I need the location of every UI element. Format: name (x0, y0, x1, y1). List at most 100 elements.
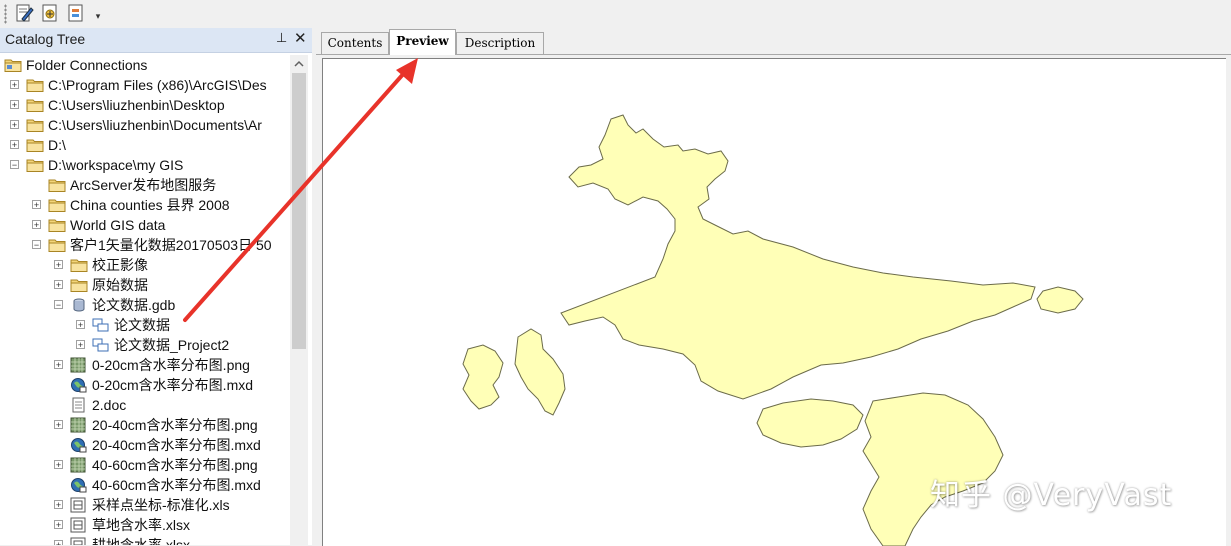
pin-icon[interactable]: ⊥ (276, 30, 287, 46)
tab-preview[interactable]: Preview (389, 29, 456, 55)
tree-item-label: 40-60cm含水率分布图.png (92, 457, 258, 473)
tree-item-label: 20-40cm含水率分布图.png (92, 417, 258, 433)
vertical-scrollbar[interactable] (290, 55, 308, 545)
tree-item[interactable]: +20-40cm含水率分布图.png (0, 415, 290, 435)
tree-item[interactable]: 20-40cm含水率分布图.mxd (0, 435, 290, 455)
tree-item[interactable]: 40-60cm含水率分布图.mxd (0, 475, 290, 495)
catalog-tree: Folder Connections + C:\Program Files (x86… (0, 55, 290, 545)
folder-icon (26, 97, 44, 113)
tree-item-label: 论文数据_Project2 (114, 337, 230, 353)
tree-item-label: Folder Connections (26, 57, 148, 73)
tree-item-label: 40-60cm含水率分布图.mxd (92, 477, 261, 493)
expand-icon[interactable]: + (10, 80, 19, 90)
tree-item[interactable]: ArcServer发布地图服务 (0, 175, 290, 195)
expand-icon[interactable]: + (54, 520, 63, 530)
tree-item[interactable]: + C:\Users\liuzhenbin\Documents\Ar (0, 115, 290, 135)
tree-item-label: 耕地含水率.xlsx (92, 537, 190, 545)
tree-item-label: C:\Users\liuzhenbin\Documents\Ar (48, 117, 262, 133)
tree-item-label: 20-40cm含水率分布图.mxd (92, 437, 261, 453)
geodatabase-icon (70, 297, 88, 313)
expand-icon[interactable]: + (76, 320, 85, 330)
tree-item[interactable]: + China counties 县界 2008 (0, 195, 290, 215)
tree-item[interactable]: + D:\ (0, 135, 290, 155)
map-document-icon (70, 477, 88, 493)
map-polygon (1036, 286, 1084, 314)
tree-item[interactable]: + 论文数据 (0, 315, 290, 335)
tree-item-label: D:\workspace\my GIS (48, 157, 184, 173)
catalog-tree-panel: Catalog Tree ⊥ ✕ Folder Connections + C:\P… (0, 28, 312, 545)
tree-item[interactable]: + 论文数据_Project2 (0, 335, 290, 355)
scrollbar-thumb[interactable] (292, 73, 306, 349)
tree-item-label: 草地含水率.xlsx (92, 517, 190, 533)
folder-icon (48, 177, 66, 193)
toolbar-grip[interactable] (4, 4, 7, 24)
expand-icon[interactable]: + (10, 120, 19, 130)
collapse-icon[interactable]: − (10, 160, 19, 170)
tree-item[interactable]: − D:\workspace\my GIS (0, 155, 290, 175)
tree-item-label: 论文数据 (114, 317, 170, 333)
expand-icon[interactable]: + (54, 360, 63, 370)
expand-icon[interactable]: + (54, 500, 63, 510)
tree-item-label: D:\ (48, 137, 66, 153)
collapse-icon[interactable]: − (32, 240, 41, 250)
tree-item-label: 原始数据 (92, 277, 148, 293)
toolbar-overflow-button[interactable]: ▾ (93, 6, 103, 26)
tree-item[interactable]: + 校正影像 (0, 255, 290, 275)
tree-item[interactable]: + 原始数据 (0, 275, 290, 295)
content-tabs: Contents Preview Description (316, 28, 1231, 55)
tree-item[interactable]: + World GIS data (0, 215, 290, 235)
tab-contents[interactable]: Contents (321, 32, 389, 54)
tree-item[interactable]: + C:\Users\liuzhenbin\Desktop (0, 95, 290, 115)
tree-item-label: World GIS data (70, 217, 166, 233)
expand-icon[interactable]: + (54, 260, 63, 270)
expand-icon[interactable]: + (54, 280, 63, 290)
tree-item-label: 论文数据.gdb (92, 297, 176, 313)
tab-description[interactable]: Description (456, 32, 544, 54)
add-document-icon[interactable] (40, 3, 60, 23)
map-polygon (756, 398, 864, 448)
tree-item-label: 采样点坐标-标准化.xls (92, 497, 230, 513)
folder-icon (70, 257, 88, 273)
tree-item[interactable]: +0-20cm含水率分布图.png (0, 355, 290, 375)
catalog-tree-header: Catalog Tree ⊥ ✕ (0, 28, 312, 53)
map-polygon (462, 344, 504, 410)
folder-icon (48, 237, 66, 253)
feature-dataset-icon (92, 337, 110, 353)
table-file-icon (70, 517, 88, 533)
tree-item-label: China counties 县界 2008 (70, 197, 230, 213)
expand-icon[interactable]: + (32, 200, 41, 210)
map-polygon (560, 114, 1036, 400)
close-icon[interactable]: ✕ (294, 29, 307, 47)
map-document-icon (70, 377, 88, 393)
document-properties-icon[interactable] (66, 3, 86, 23)
expand-icon[interactable]: + (32, 220, 41, 230)
catalog-content-area: Contents Preview Description (316, 28, 1231, 546)
tree-item[interactable]: − 论文数据.gdb (0, 295, 290, 315)
tree-item[interactable]: + C:\Program Files (x86)\ArcGIS\Des (0, 75, 290, 95)
folder-icon (26, 77, 44, 93)
tree-item-label: C:\Program Files (x86)\ArcGIS\Des (48, 77, 267, 93)
tree-item[interactable]: +40-60cm含水率分布图.png (0, 455, 290, 475)
scroll-up-arrow-icon[interactable] (290, 55, 308, 73)
expand-icon[interactable]: + (10, 140, 19, 150)
folder-icon (48, 197, 66, 213)
tree-item[interactable]: + 草地含水率.xlsx (0, 515, 290, 535)
tree-item[interactable]: + 耕地含水率.xlsx (0, 535, 290, 545)
expand-icon[interactable]: + (10, 100, 19, 110)
collapse-icon[interactable]: − (54, 300, 63, 310)
expand-icon[interactable]: + (76, 340, 85, 350)
table-file-icon (70, 497, 88, 513)
tree-item-label: 0-20cm含水率分布图.mxd (92, 377, 254, 393)
expand-icon[interactable]: + (54, 460, 63, 470)
folder-icon (70, 277, 88, 293)
tree-item-label: 校正影像 (92, 257, 148, 273)
expand-icon[interactable]: + (54, 420, 63, 430)
tree-item[interactable]: 0-20cm含水率分布图.mxd (0, 375, 290, 395)
tree-item[interactable]: + 采样点坐标-标准化.xls (0, 495, 290, 515)
tree-item-label: 客户1矢量化数据20170503日 50 (70, 237, 272, 253)
tree-item[interactable]: 2.doc (0, 395, 290, 415)
tree-item[interactable]: Folder Connections (0, 55, 290, 75)
edit-document-icon[interactable] (14, 3, 34, 23)
tree-item[interactable]: − 客户1矢量化数据20170503日 50 (0, 235, 290, 255)
expand-icon[interactable]: + (54, 540, 63, 545)
